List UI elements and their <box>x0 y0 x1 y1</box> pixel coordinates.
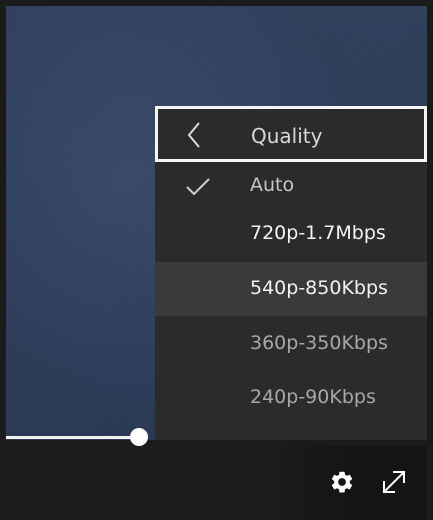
quality-option-label: 540p-850Kbps <box>250 277 388 299</box>
quality-option-label: 720p-1.7Mbps <box>250 222 386 244</box>
chevron-left-icon <box>187 122 200 148</box>
control-bar <box>6 446 427 520</box>
check-icon <box>186 178 210 196</box>
quality-option-540p[interactable]: 540p-850Kbps <box>155 262 427 316</box>
video-player: Quality Auto 720p-1.7Mbps 540p-850Kbps 3… <box>0 0 433 520</box>
quality-option-720p[interactable]: 720p-1.7Mbps <box>155 212 427 264</box>
fullscreen-button[interactable] <box>378 466 410 498</box>
quality-menu-back-button[interactable]: Quality <box>155 106 427 162</box>
seek-bar-thumb[interactable] <box>130 428 148 446</box>
quality-option-360p[interactable]: 360p-350Kbps <box>155 318 427 370</box>
quality-option-label: Auto <box>250 174 295 196</box>
quality-option-label: 360p-350Kbps <box>250 332 388 354</box>
quality-menu: Quality Auto 720p-1.7Mbps 540p-850Kbps 3… <box>155 106 427 440</box>
gear-icon <box>331 471 353 493</box>
settings-button[interactable] <box>326 466 358 498</box>
fullscreen-expand-icon <box>382 470 406 494</box>
seek-bar-progress[interactable] <box>6 436 146 439</box>
quality-option-240p[interactable]: 240p-90Kbps <box>155 372 427 424</box>
quality-menu-title: Quality <box>251 124 323 148</box>
quality-option-auto[interactable]: Auto <box>155 162 427 214</box>
quality-option-label: 240p-90Kbps <box>250 386 376 408</box>
